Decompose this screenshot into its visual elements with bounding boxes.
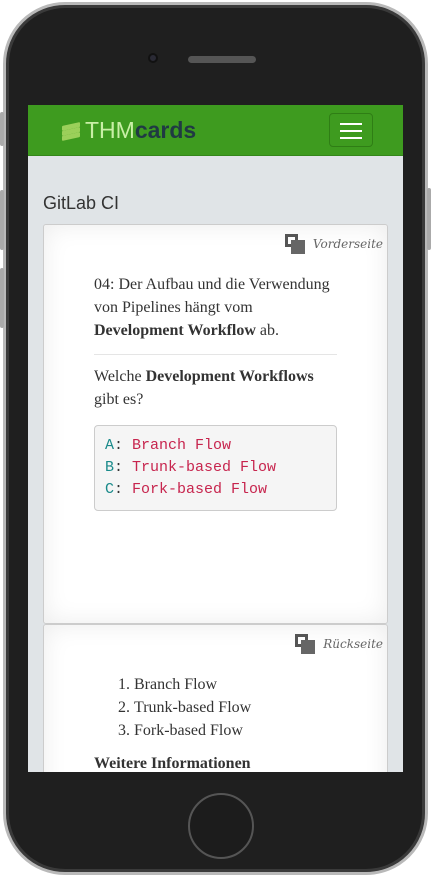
intro-text: 04: Der Aufbau und die Verwendung von Pi… bbox=[94, 276, 330, 339]
card-back[interactable]: Rückseite Branch Flow Trunk-based Flow F… bbox=[43, 624, 388, 772]
side-label-text: Rückseite bbox=[323, 637, 383, 651]
more-info-heading: Weitere Informationen bbox=[94, 755, 251, 772]
list-item: Branch Flow bbox=[134, 673, 337, 696]
cards-logo-icon bbox=[62, 121, 82, 141]
hamburger-line bbox=[340, 130, 362, 132]
hamburger-line bbox=[340, 137, 362, 139]
screen: THM cards GitLab CI Vorderseite 04: Der A… bbox=[28, 105, 403, 772]
flip-icon bbox=[284, 234, 305, 254]
options-code-block: A: Branch Flow B: Trunk-based Flow C: Fo… bbox=[94, 425, 337, 511]
mute-switch bbox=[0, 112, 4, 146]
volume-down bbox=[0, 268, 4, 328]
answer-list: Branch Flow Trunk-based Flow Fork-based … bbox=[94, 673, 337, 742]
question-text: Welche Development Workflows gibt es? bbox=[94, 368, 314, 408]
menu-toggle-button[interactable] bbox=[329, 113, 373, 147]
home-button[interactable] bbox=[188, 793, 254, 859]
volume-up bbox=[0, 190, 4, 250]
page-title: GitLab CI bbox=[43, 193, 120, 213]
card-back-content: Branch Flow Trunk-based Flow Fork-based … bbox=[94, 673, 337, 772]
side-label: Vorderseite bbox=[284, 234, 383, 254]
side-label-text: Vorderseite bbox=[312, 237, 383, 251]
list-item: Fork-based Flow bbox=[134, 719, 337, 742]
camera bbox=[148, 53, 158, 63]
speaker bbox=[188, 56, 256, 63]
card-front-content: 04: Der Aufbau und die Verwendung von Pi… bbox=[94, 273, 337, 511]
flip-icon bbox=[295, 634, 316, 654]
power-button bbox=[427, 188, 431, 250]
navbar: THM cards bbox=[28, 105, 403, 156]
logo-suffix: cards bbox=[134, 117, 197, 143]
logo[interactable]: THM cards bbox=[62, 117, 196, 144]
divider bbox=[94, 354, 337, 355]
hamburger-icon bbox=[340, 123, 362, 125]
list-item: Trunk-based Flow bbox=[134, 696, 337, 719]
card-front[interactable]: Vorderseite 04: Der Aufbau und die Verwe… bbox=[43, 224, 388, 624]
logo-prefix: THM bbox=[85, 117, 135, 143]
side-label: Rückseite bbox=[295, 634, 383, 654]
